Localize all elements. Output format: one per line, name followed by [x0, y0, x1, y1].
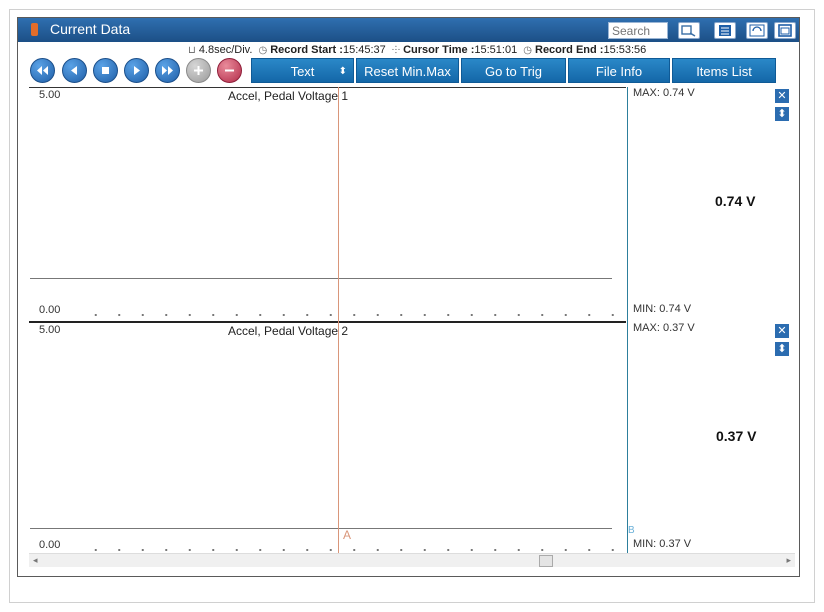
reset-min-max-button[interactable]: Reset Min.Max	[356, 58, 459, 83]
add-icon	[194, 66, 203, 75]
cursor-time-label: Cursor Time :	[403, 44, 475, 56]
time-scale-icon: ⊔	[188, 45, 196, 56]
clock-icon: ◷	[258, 45, 268, 56]
cursor-time-value: 15:51:01	[474, 44, 518, 56]
search-input[interactable]	[608, 22, 668, 39]
retry-icon	[749, 24, 765, 37]
fast-forward-button[interactable]	[155, 58, 180, 83]
signal-trace	[30, 528, 612, 529]
retry-button[interactable]	[746, 22, 768, 39]
search-button[interactable]	[678, 22, 700, 39]
record-info-row: ⊔ 4.8sec/Div. ◷ Record Start :15:45:37 ⸭ Cu…	[188, 42, 649, 56]
min-readout: MIN: 0.37 V	[633, 538, 692, 550]
y-max-label: 5.00	[39, 89, 61, 101]
fast-forward-icon	[162, 66, 173, 75]
graph-panel-2[interactable]: 5.00 Accel, Pedal Voltage 2 0.00	[29, 321, 626, 552]
prev-button[interactable]	[62, 58, 87, 83]
rewind-button[interactable]	[30, 58, 55, 83]
file-info-button[interactable]: File Info	[568, 58, 670, 83]
maximize-icon	[778, 24, 792, 37]
record-start-label: Record Start :	[270, 44, 343, 56]
cursor-b-label: B	[628, 525, 635, 536]
horizontal-scrollbar[interactable]: ◂ ▸	[29, 553, 795, 567]
prev-icon	[71, 66, 77, 75]
app-window: Current Data ⊔4.8sec/Div. ◷Record Start …	[17, 17, 800, 577]
select-arrows-icon: ⬍	[338, 66, 347, 77]
stop-icon	[102, 67, 109, 74]
remove-button[interactable]	[217, 58, 242, 83]
cursor-a-line[interactable]	[338, 87, 339, 553]
search-icon	[681, 25, 696, 37]
resize-icon[interactable]: ⬍	[775, 107, 789, 121]
time-per-div: 4.8sec/Div.	[198, 44, 253, 56]
panel-title: Accel, Pedal Voltage 2	[228, 324, 349, 338]
text-select[interactable]: Text ⬍	[251, 58, 354, 83]
value-area-2: MAX: 0.37 V 0.37 V MIN: 0.37 V	[628, 322, 796, 552]
signal-trace	[30, 278, 612, 279]
clock-end-icon: ◷	[523, 45, 532, 56]
app-icon	[31, 23, 38, 36]
go-to-trig-button[interactable]: Go to Trig	[461, 58, 566, 83]
add-button[interactable]	[186, 58, 211, 83]
play-icon	[134, 66, 140, 75]
y-min-label: 0.00	[39, 304, 61, 316]
rewind-icon	[37, 66, 48, 75]
current-value: 0.74 V	[715, 193, 756, 209]
list-icon	[719, 25, 731, 36]
window-title: Current Data	[50, 21, 131, 37]
items-list-button[interactable]: Items List	[672, 58, 776, 83]
resize-icon[interactable]: ⬍	[775, 342, 789, 356]
cursor-icon: ⸭	[391, 45, 401, 56]
close-icon[interactable]: ✕	[775, 89, 789, 103]
record-end-value: 15:53:56	[603, 44, 647, 56]
cursor-b-line[interactable]	[627, 87, 628, 553]
graph-panel-1[interactable]: 5.00 Accel, Pedal Voltage 1 0.00	[29, 87, 626, 322]
record-start-value: 15:45:37	[342, 44, 386, 56]
value-area-1: MAX: 0.74 V 0.74 V MIN: 0.74 V	[628, 87, 796, 321]
scroll-left-icon[interactable]: ◂	[33, 555, 38, 566]
y-max-label: 5.00	[39, 324, 61, 336]
title-bar: Current Data	[18, 18, 799, 42]
x-axis-ticks	[84, 549, 614, 551]
current-value: 0.37 V	[716, 428, 757, 444]
play-button[interactable]	[124, 58, 149, 83]
y-min-label: 0.00	[39, 539, 61, 551]
scroll-right-icon[interactable]: ▸	[786, 555, 791, 566]
x-axis-ticks	[84, 314, 614, 316]
remove-icon	[225, 69, 234, 72]
max-readout: MAX: 0.37 V	[633, 322, 695, 334]
min-readout: MIN: 0.74 V	[633, 303, 692, 315]
stop-button[interactable]	[93, 58, 118, 83]
list-view-button[interactable]	[714, 22, 736, 39]
maximize-button[interactable]	[774, 22, 796, 39]
max-readout: MAX: 0.74 V	[633, 87, 695, 99]
panel-title: Accel, Pedal Voltage 1	[228, 89, 349, 103]
cursor-a-label: A	[343, 528, 352, 542]
close-icon[interactable]: ✕	[775, 324, 789, 338]
scrollbar-thumb[interactable]	[539, 555, 553, 567]
text-select-label: Text	[290, 64, 315, 79]
record-end-label: Record End :	[535, 44, 604, 56]
